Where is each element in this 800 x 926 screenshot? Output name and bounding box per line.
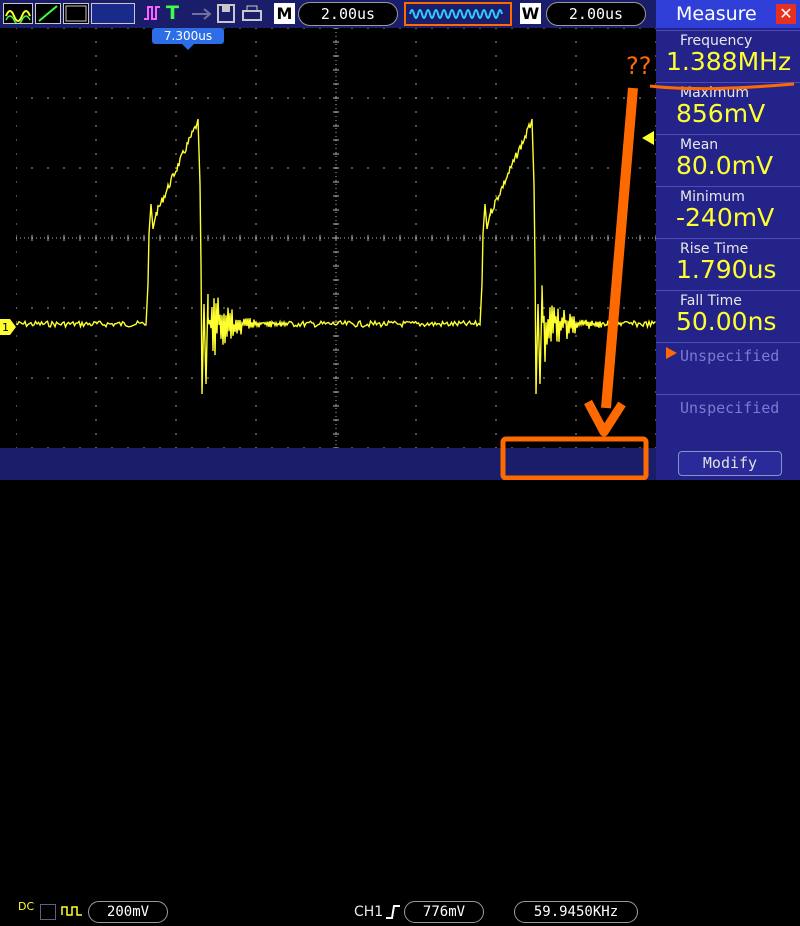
run-state-indicator: T (166, 2, 179, 24)
usb-icon (190, 3, 214, 24)
waveform-display[interactable] (16, 28, 656, 448)
close-icon[interactable]: ✕ (776, 4, 796, 24)
save-icon[interactable] (216, 3, 236, 24)
trigger-source-label: CH1 (354, 904, 384, 920)
empty-status-slot (91, 3, 135, 24)
measure-value: -240mV (676, 203, 775, 232)
main-timebase-letter: M (274, 3, 295, 24)
unspecified-label: Unspecified (680, 399, 780, 417)
printer-icon[interactable] (240, 3, 264, 24)
trigger-level-marker[interactable] (642, 131, 654, 145)
invert-icon (60, 903, 84, 923)
measure-slot-unspecified-1[interactable]: Unspecified (656, 342, 800, 393)
bandwidth-limit-icon (40, 904, 56, 920)
selected-slot-arrow-icon (666, 347, 677, 359)
measure-value: 1.790us (676, 255, 777, 284)
main-timebase-display[interactable]: 2.00us (298, 2, 398, 26)
ch1-marker-label: 1 (2, 321, 9, 334)
measure-item-frequency[interactable]: Frequency 1.388MHz (656, 30, 800, 81)
ch1-volts-per-div[interactable]: 200mV (88, 901, 168, 923)
measure-value: 856mV (676, 99, 766, 128)
time-position-marker[interactable]: 7.300us (152, 28, 224, 50)
window-timebase-display[interactable]: 2.00us (546, 2, 646, 26)
ch1-waveform-trace (16, 118, 656, 395)
measure-slot-unspecified-2[interactable]: Unspecified (656, 394, 800, 446)
measure-panel-title: Measure (676, 3, 757, 25)
grid-icon[interactable] (63, 3, 89, 24)
bottom-status-bar: DC 200mV CH1 776mV 59.9450KHz (0, 448, 656, 923)
acquire-mode-icon[interactable] (3, 3, 33, 25)
measure-value: 80.0mV (676, 151, 774, 180)
unspecified-label: Unspecified (680, 347, 780, 365)
modify-button[interactable]: Modify (678, 451, 782, 476)
coupling-label: DC (18, 900, 35, 913)
trigger-level-display[interactable]: 776mV (404, 901, 484, 923)
measure-item-maximum[interactable]: Maximum 856mV (656, 82, 800, 133)
trigger-frequency-counter: 59.9450KHz (514, 901, 638, 923)
measure-value: 1.388MHz (666, 47, 792, 76)
ch1-ground-marker[interactable]: 1 (0, 319, 16, 335)
memory-window-indicator[interactable] (404, 2, 512, 26)
measure-item-minimum[interactable]: Minimum -240mV (656, 186, 800, 237)
measure-item-fall-time[interactable]: Fall Time 50.00ns (656, 290, 800, 341)
measure-panel: Measure ✕ Frequency 1.388MHz Maximum 856… (656, 0, 800, 480)
top-toolbar: T M 2.00us W 2.00us (0, 0, 656, 28)
display-mode-icon[interactable] (35, 3, 61, 24)
trigger-edge-icon (142, 3, 164, 24)
measure-value: 50.00ns (676, 307, 777, 336)
measure-item-mean[interactable]: Mean 80.0mV (656, 134, 800, 185)
window-timebase-letter: W (520, 3, 541, 24)
measure-panel-header: Measure ✕ (656, 0, 800, 28)
rising-edge-icon (384, 902, 402, 926)
measure-item-rise-time[interactable]: Rise Time 1.790us (656, 238, 800, 289)
